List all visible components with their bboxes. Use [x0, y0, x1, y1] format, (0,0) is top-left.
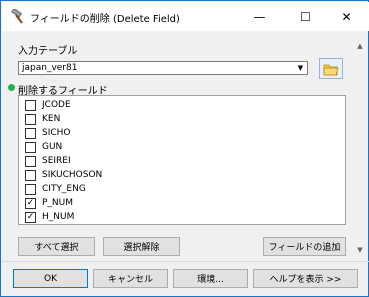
- field-item-seirei[interactable]: SEIREI: [25, 154, 71, 168]
- checkbox[interactable]: ✓: [25, 197, 36, 209]
- dialog-window: フィールドの削除 (Delete Field) — ☐ ✕ 入力テーブル jap…: [0, 0, 369, 297]
- minimize-icon: —: [253, 10, 266, 24]
- maximize-icon: ☐: [300, 10, 311, 24]
- input-table-dropdown[interactable]: japan_ver81 ▼: [18, 61, 308, 75]
- field-item-ken[interactable]: KEN: [25, 112, 60, 126]
- checkbox[interactable]: [25, 183, 36, 195]
- field-item-label: GUN: [42, 142, 63, 152]
- footer-divider: [2, 261, 369, 262]
- field-item-p-num[interactable]: ✓ P_NUM: [25, 196, 73, 210]
- folder-icon: [323, 64, 339, 75]
- add-field-button[interactable]: フィールドの追加: [263, 237, 346, 256]
- browse-button[interactable]: [319, 58, 343, 79]
- show-help-button[interactable]: ヘルプを表示 >>: [253, 269, 358, 288]
- field-item-label: H_NUM: [42, 212, 75, 222]
- field-item-label: SEIREI: [42, 156, 71, 166]
- checkbox[interactable]: [25, 141, 36, 153]
- checkmark-icon: ✓: [26, 211, 35, 222]
- close-button[interactable]: ✕: [325, 3, 368, 31]
- field-item-sikuchoson[interactable]: SIKUCHOSON: [25, 168, 102, 182]
- select-all-button[interactable]: すべて選択: [18, 237, 95, 256]
- checkbox[interactable]: [25, 113, 36, 125]
- field-item-label: P_NUM: [42, 198, 74, 208]
- hammer-icon: [10, 7, 25, 24]
- maximize-button[interactable]: ☐: [284, 3, 327, 31]
- field-item-jcode[interactable]: JCODE: [25, 98, 71, 112]
- scroll-up-icon[interactable]: ▲: [354, 40, 366, 52]
- checkmark-icon: ✓: [26, 197, 35, 208]
- required-indicator-icon: [8, 84, 15, 91]
- field-item-label: SICHO: [42, 128, 71, 138]
- input-table-value: japan_ver81: [22, 63, 78, 73]
- field-item-label: CITY_ENG: [42, 184, 86, 194]
- field-item-h-num[interactable]: ✓ H_NUM: [25, 210, 74, 224]
- field-item-city-eng[interactable]: CITY_ENG: [25, 182, 86, 196]
- checkbox[interactable]: [25, 169, 36, 181]
- field-item-gun[interactable]: GUN: [25, 140, 62, 154]
- close-icon: ✕: [341, 10, 352, 24]
- checkbox[interactable]: [25, 155, 36, 167]
- minimize-button[interactable]: —: [238, 3, 281, 31]
- deselect-all-button[interactable]: 選択解除: [103, 237, 180, 256]
- checkbox[interactable]: [25, 99, 36, 111]
- field-item-label: SIKUCHOSON: [42, 170, 103, 180]
- input-table-label: 入力テーブル: [18, 46, 78, 57]
- cancel-button[interactable]: キャンセル: [93, 269, 168, 288]
- field-item-sicho[interactable]: SICHO: [25, 126, 71, 140]
- scroll-down-icon[interactable]: ▼: [354, 244, 366, 256]
- checkbox[interactable]: ✓: [25, 211, 36, 223]
- ok-button[interactable]: OK: [13, 269, 88, 288]
- title-bar[interactable]: フィールドの削除 (Delete Field) — ☐ ✕: [2, 2, 369, 31]
- field-item-label: JCODE: [42, 100, 71, 110]
- fields-checklist[interactable]: JCODE KEN SICHO GUN SEIREI SIKUCHOSON CI…: [18, 95, 346, 225]
- environments-button[interactable]: 環境...: [173, 269, 248, 288]
- vertical-scrollbar[interactable]: [354, 38, 366, 256]
- field-item-label: KEN: [42, 114, 61, 124]
- window-title: フィールドの削除 (Delete Field): [30, 14, 180, 25]
- checkbox[interactable]: [25, 127, 36, 139]
- chevron-down-icon[interactable]: ▼: [294, 62, 307, 74]
